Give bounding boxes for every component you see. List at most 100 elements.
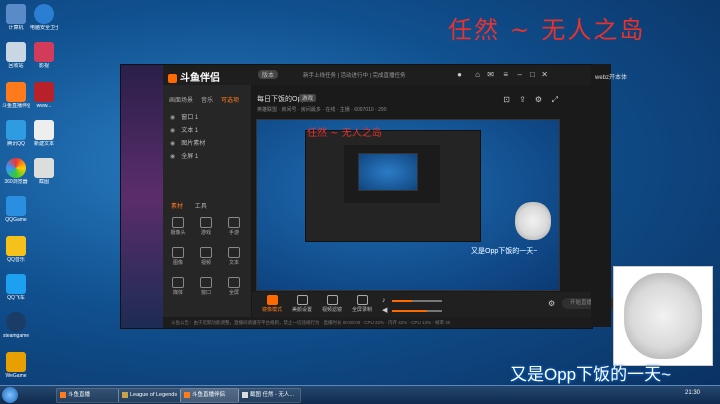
taskbar-item-active[interactable]: 斗鱼直播伴侣: [180, 388, 239, 403]
preview-overlay-title: 任然 ~ 无人之岛: [307, 128, 382, 139]
speaker-icon[interactable]: ◀: [382, 306, 387, 314]
taskbar-item[interactable]: League of Legends: [118, 388, 181, 403]
preview-meme-image: [515, 202, 551, 240]
taskbar-item[interactable]: 斗鱼直播: [56, 388, 119, 403]
tab-options[interactable]: 可选项: [221, 95, 239, 104]
status-bar: 斗鱼公告：由于近期功能调整，直播间请遵守平台规则，禁止一切违规行为 · 直播时长…: [163, 317, 592, 328]
game-icon: [200, 217, 212, 228]
overlay-title: 任然 ~ 无人之岛: [448, 16, 646, 44]
mic-volume-slider[interactable]: [392, 300, 442, 302]
tool-media[interactable]: 媒体: [167, 277, 189, 296]
eye-icon[interactable]: ◉: [170, 141, 175, 147]
camera-icon: [172, 217, 184, 228]
tool-window[interactable]: 窗口: [195, 277, 217, 296]
phone-icon: [228, 217, 240, 228]
desktop-icon-qqmusic[interactable]: QQ音乐: [2, 236, 30, 263]
version-pill[interactable]: 版本: [258, 70, 279, 79]
beauty-icon: [296, 295, 308, 305]
tool-mobile[interactable]: 手游: [223, 217, 245, 236]
desktop-icon-www[interactable]: www...: [30, 82, 58, 109]
douyu-obs-window: 斗鱼伴侣 版本 新手上线任务 | 活动进行中 | 完成直播任务 ● ⌂ ✉ ≡ …: [120, 64, 635, 329]
preview-screen[interactable]: 又是Opp下饭的一天~: [256, 119, 560, 291]
screenshot-icon: [242, 391, 248, 398]
nested-preview-screen: [344, 145, 440, 203]
nested-preview-screen-inner: [358, 153, 418, 191]
source-item[interactable]: ◉ 全屏 1: [163, 147, 251, 160]
eye-icon[interactable]: ◉: [170, 128, 175, 134]
douyu-icon: [60, 391, 66, 398]
image-icon: [172, 247, 184, 258]
titlebar: 斗鱼伴侣 版本 新手上线任务 | 活动进行中 | 完成直播任务 ● ⌂ ✉ ≡ …: [163, 65, 592, 85]
room-title: 每日下饭的Opp: [257, 96, 306, 103]
filter-button[interactable]: 视频滤镜: [318, 295, 346, 313]
gear-icon[interactable]: ⚙: [548, 299, 555, 308]
desktop-icon-360[interactable]: 360浏览器: [2, 158, 30, 185]
room-tag[interactable]: 游戏: [299, 94, 317, 102]
meme-face: [624, 273, 702, 359]
mail-icon[interactable]: ✉: [487, 70, 494, 79]
fullscreen-icon: [228, 277, 240, 288]
mirror-icon: [266, 295, 278, 305]
tab-tools[interactable]: 工具: [195, 204, 207, 210]
menu-icon[interactable]: ≡: [503, 70, 508, 79]
beauty-button[interactable]: 美颜设置: [288, 295, 316, 313]
record-icon: [356, 295, 368, 305]
window-icon: [200, 277, 212, 288]
caption-text: 又是Opp下饭的一天~: [510, 365, 672, 384]
desktop-icon-recycle-bin[interactable]: 回收站: [2, 42, 30, 69]
source-item[interactable]: ◉ 文本 1: [163, 121, 251, 134]
skin-icon[interactable]: ⌂: [475, 70, 480, 79]
tool-game[interactable]: 游戏: [195, 217, 217, 236]
tool-text[interactable]: 文本: [223, 247, 245, 266]
tab-scene[interactable]: 画面场景: [169, 95, 193, 104]
share-icon[interactable]: ⇪: [519, 95, 526, 104]
taskbar: 斗鱼直播 League of Legends 斗鱼直播伴侣 截图 任然 - 无人…: [0, 385, 720, 404]
logo-icon: [168, 73, 177, 83]
lock-icon[interactable]: ⊡: [503, 95, 510, 104]
desktop-icon-qq[interactable]: 腾讯QQ: [2, 120, 30, 147]
panel-tabs: 素材 工具: [171, 201, 207, 210]
eye-icon[interactable]: ◉: [170, 154, 175, 160]
media-icon: [172, 277, 184, 288]
desktop-icon-steam[interactable]: steamgame: [2, 312, 30, 339]
desktop-icon-wegame[interactable]: WeGame: [2, 352, 30, 379]
record-screen-button[interactable]: 全屏录制: [348, 295, 376, 313]
avatar[interactable]: ●: [457, 70, 462, 79]
lol-icon: [122, 391, 128, 398]
mirror-button[interactable]: 镜像模式: [258, 295, 286, 313]
meme-image: [613, 266, 713, 366]
desktop-icon-video[interactable]: 影视: [30, 42, 58, 69]
preview-panel: 每日下饭的Opp 游戏 ⊡ ⇪ ⚙ ⤢ 英雄联盟 · 房间号 · 房间最多 · …: [252, 85, 592, 292]
tab-materials[interactable]: 素材: [171, 204, 183, 210]
source-item[interactable]: ◉ 窗口 1: [163, 104, 251, 121]
nested-preview-window: [305, 130, 481, 242]
minimize-icon[interactable]: –: [518, 70, 522, 79]
mic-icon[interactable]: ♪: [382, 297, 386, 304]
desktop-icon-text[interactable]: 新建文本: [30, 120, 58, 147]
tool-video[interactable]: 视频: [195, 247, 217, 266]
desktop-icon-security[interactable]: 电脑安全卫士: [30, 4, 58, 31]
douyu-icon: [184, 391, 190, 398]
control-bar: 镜像模式 美颜设置 视频滤镜 全屏录制 ♪ ◀ ⚙ 开始直播 录制: [252, 292, 635, 317]
desktop-icon-computer[interactable]: 计算机: [2, 4, 30, 31]
desktop-icon-qqspeed[interactable]: QQ飞车: [2, 274, 30, 301]
settings-icon[interactable]: ⚙: [535, 95, 542, 104]
desktop-icon-screenshot[interactable]: 截图: [30, 158, 58, 185]
start-button[interactable]: [2, 387, 18, 403]
close-icon[interactable]: ✕: [541, 70, 548, 79]
desktop-icon-douyu[interactable]: 斗鱼直播伴侣: [2, 82, 30, 109]
maximize-icon[interactable]: □: [530, 70, 535, 79]
expand-icon[interactable]: ⤢: [552, 95, 558, 105]
speaker-volume-slider[interactable]: [392, 310, 442, 312]
tool-camera[interactable]: 摄像头: [167, 217, 189, 236]
desktop-icon-qqgame[interactable]: QQGame: [2, 196, 30, 223]
eye-icon[interactable]: ◉: [170, 115, 175, 121]
tab-music[interactable]: 音乐: [201, 95, 213, 104]
taskbar-item[interactable]: 截图 任然 - 无人...: [238, 388, 301, 403]
clock[interactable]: 21:30: [685, 390, 700, 396]
room-info: 英雄联盟 · 房间号 · 房间最多 · 在线 · 主播 · 6097010 · …: [257, 107, 387, 113]
tool-fullscreen[interactable]: 全屏: [223, 277, 245, 296]
source-item[interactable]: ◉ 图片素材: [163, 134, 251, 147]
news-ticker[interactable]: 新手上线任务 | 活动进行中 | 完成直播任务: [303, 71, 405, 79]
tool-image[interactable]: 图像: [167, 247, 189, 266]
